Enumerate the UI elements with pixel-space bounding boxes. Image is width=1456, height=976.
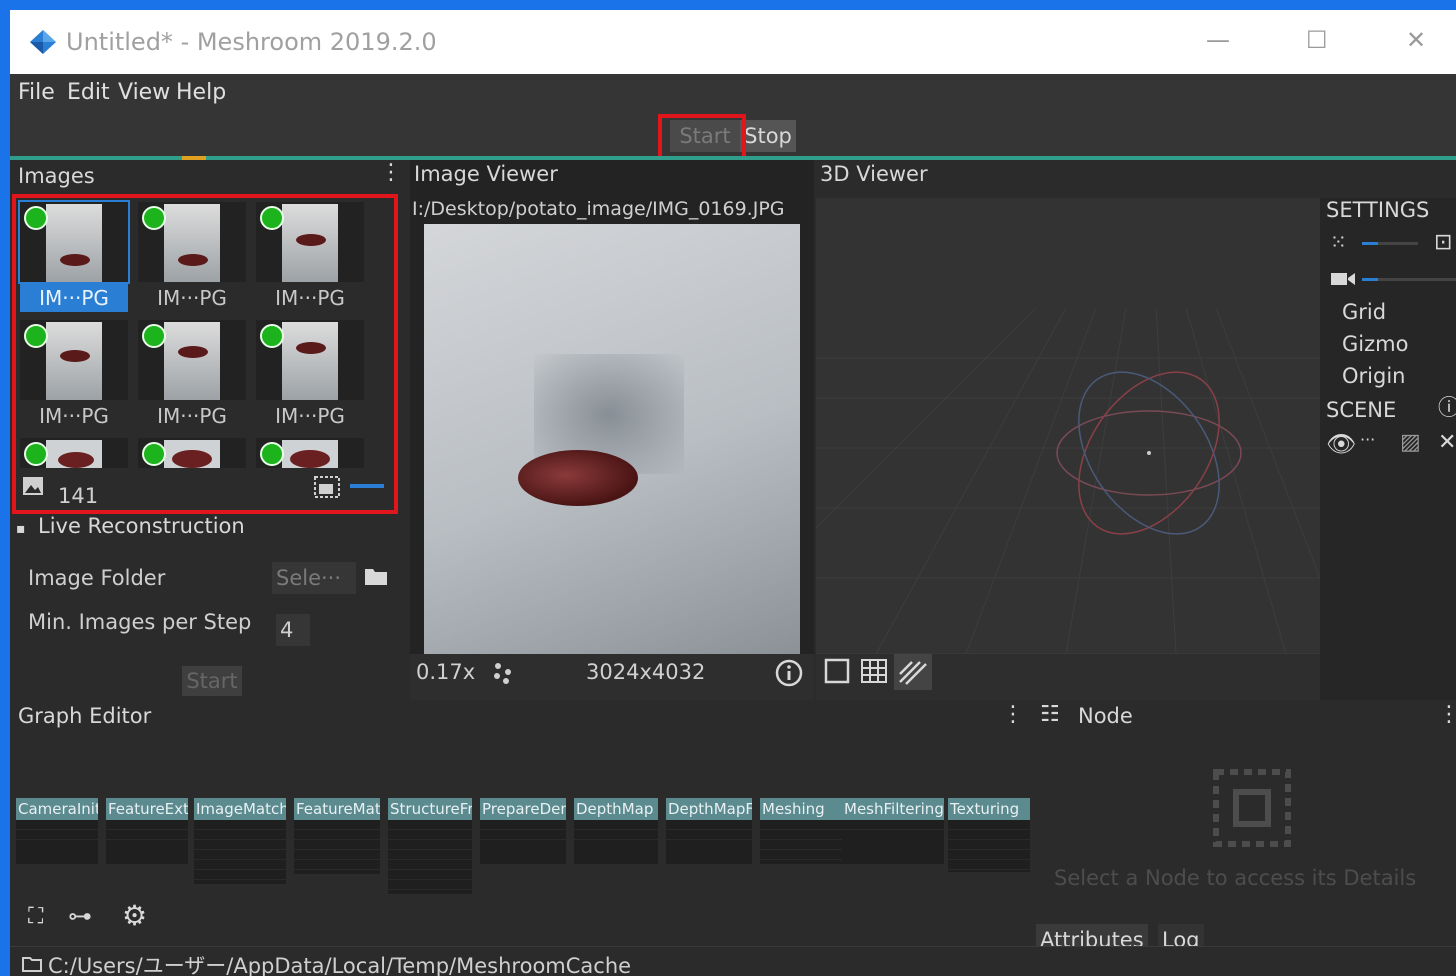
scene-info-icon[interactable]: ⓘ <box>1438 398 1456 420</box>
fit-view-icon[interactable]: ⛶ <box>28 906 43 928</box>
image-folder-input[interactable]: Sele··· <box>272 562 356 594</box>
visibility-eye-icon[interactable]: 👁 <box>1326 432 1356 456</box>
meshroom-logo-icon <box>30 30 56 54</box>
node-settings-icon: ☷ <box>1040 702 1060 727</box>
hatch-icon <box>899 661 927 685</box>
graph-node[interactable]: FeatureExtraction <box>106 798 188 864</box>
gear-icon[interactable]: ⚙ <box>122 902 147 930</box>
node-panel-title: Node <box>1078 704 1133 728</box>
graph-node[interactable]: StructureFromMotion <box>388 798 472 894</box>
3d-viewer-footer <box>816 654 1320 700</box>
menu-file[interactable]: File <box>18 80 55 105</box>
grid-view-icon[interactable] <box>860 658 888 684</box>
start-highlight-box <box>658 114 746 162</box>
menu-view[interactable]: View <box>118 80 170 105</box>
image-preview[interactable] <box>424 224 800 654</box>
3d-viewport[interactable] <box>816 198 1320 654</box>
image-path: I:/Desktop/potato_image/IMG_0169.JPG <box>412 198 785 220</box>
node-title: DepthMap <box>574 798 658 820</box>
hide-media-icon[interactable]: ▨ <box>1400 432 1421 454</box>
node-title: FeatureExtraction <box>106 798 188 820</box>
select-node-icon <box>1213 769 1291 847</box>
node-title: StructureFromMotion <box>388 798 472 820</box>
folder-icon[interactable] <box>22 956 42 972</box>
min-images-label: Min. Images per Step <box>28 610 252 634</box>
3d-viewer-title: 3D Viewer <box>820 162 928 186</box>
node-title: Meshing <box>760 798 842 820</box>
graph-node[interactable]: Texturing <box>948 798 1030 872</box>
point-size-slider[interactable] <box>1362 242 1418 245</box>
layout-icon[interactable]: ⊶ <box>68 904 92 928</box>
images-title: Images <box>18 164 95 188</box>
node-title: PrepareDenseScene <box>480 798 566 820</box>
cache-path[interactable]: C:/Users/ユーザー/AppData/Local/Temp/Meshroo… <box>48 950 631 976</box>
image-viewer-title: Image Viewer <box>414 162 558 186</box>
wireframe-off-icon[interactable] <box>824 658 850 684</box>
live-start-button[interactable]: Start <box>182 666 242 696</box>
toolbar: Start Stop <box>10 114 1456 162</box>
folder-icon[interactable] <box>364 566 388 586</box>
grid-toggle[interactable]: Grid <box>1342 300 1386 324</box>
stop-button[interactable]: Stop <box>740 120 796 152</box>
point-size-icon: ⁙ <box>1330 230 1347 254</box>
graph-editor-title: Graph Editor <box>18 704 152 728</box>
image-resolution: 3024x4032 <box>586 660 706 684</box>
min-images-input[interactable]: 4 <box>276 614 310 646</box>
collapse-toggle-icon[interactable]: ▪ <box>16 522 26 536</box>
camera-icon <box>1331 273 1355 285</box>
graph-node[interactable]: Meshing <box>760 798 842 864</box>
maximize-button[interactable]: ☐ <box>1306 26 1328 54</box>
node-title: Texturing <box>948 798 1030 820</box>
graph-node[interactable]: MeshFiltering <box>842 798 944 864</box>
graph-node[interactable]: DepthMapFilter <box>666 798 752 864</box>
3d-grid <box>816 307 1320 654</box>
live-reconstruction-title[interactable]: Live Reconstruction <box>38 514 245 538</box>
graph-node[interactable]: FeatureMatching <box>294 798 380 874</box>
node-title: FeatureMatching <box>294 798 380 820</box>
node-title: CameraInit <box>16 798 98 820</box>
zoom-level: 0.17x <box>416 660 476 684</box>
images-highlight-box <box>12 194 398 514</box>
origin-toggle[interactable]: Origin <box>1342 364 1405 388</box>
images-menu-icon[interactable]: ⋮ <box>380 162 402 184</box>
gizmo-toggle[interactable]: Gizmo <box>1342 332 1408 356</box>
node-menu-icon[interactable]: ⋮ <box>1438 704 1456 726</box>
image-folder-label: Image Folder <box>28 566 166 590</box>
graph-node[interactable]: ImageMatching <box>194 798 286 884</box>
title-bar: Untitled* - Meshroom 2019.2.0 — ☐ ✕ <box>10 10 1456 74</box>
settings-heading: SETTINGS <box>1326 198 1430 222</box>
graph-node[interactable]: DepthMap <box>574 798 658 864</box>
minimize-button[interactable]: — <box>1206 26 1230 54</box>
node-title: ImageMatching <box>194 798 286 820</box>
menu-help[interactable]: Help <box>176 80 226 105</box>
focus-icon[interactable]: ⊡ <box>1434 232 1452 254</box>
window-title: Untitled* - Meshroom 2019.2.0 <box>66 28 437 56</box>
remove-icon[interactable]: ✕ <box>1438 432 1456 454</box>
more-icon[interactable]: ··· <box>1360 432 1375 448</box>
graph-menu-icon[interactable]: ⋮ <box>1002 704 1024 726</box>
meshroom-window: Untitled* - Meshroom 2019.2.0 — ☐ ✕ File… <box>10 10 1456 976</box>
close-button[interactable]: ✕ <box>1406 26 1426 54</box>
textured-view-button[interactable] <box>894 654 932 690</box>
potato-slice <box>518 450 638 506</box>
menu-edit[interactable]: Edit <box>67 80 110 105</box>
node-title: DepthMapFilter <box>666 798 752 820</box>
menu-bar: File Edit View Help <box>10 74 1456 114</box>
graph-node[interactable]: CameraInit <box>16 798 98 864</box>
graph-node[interactable]: PrepareDenseScene <box>480 798 566 864</box>
node-title: MeshFiltering <box>842 798 944 820</box>
features-icon[interactable] <box>490 660 516 686</box>
camera-scale-slider[interactable] <box>1362 278 1456 281</box>
node-empty-message: Select a Node to access its Details <box>1054 866 1417 890</box>
scene-heading: SCENE <box>1326 398 1397 422</box>
info-icon[interactable] <box>774 658 804 688</box>
